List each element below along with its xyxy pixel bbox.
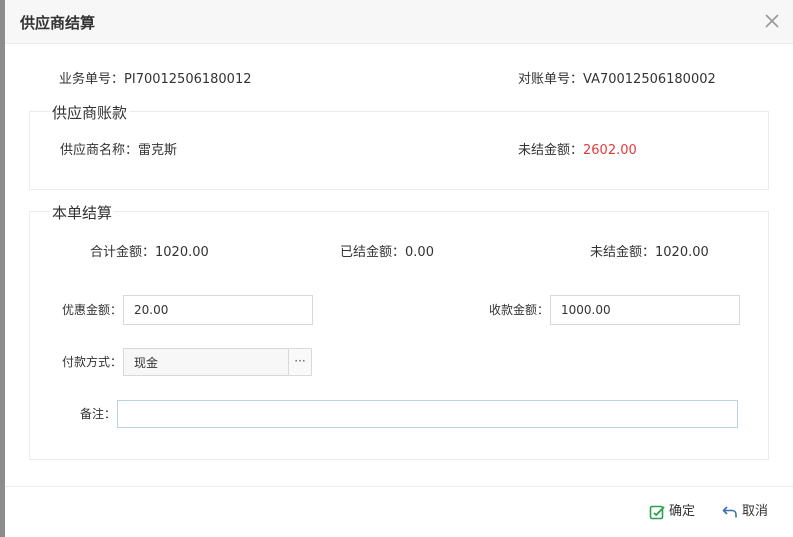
payment-method-more-button[interactable]: ··· [288, 348, 312, 376]
total-amount-value: 1020.00 [155, 245, 209, 260]
supplier-unsettled-field: 未结金额：2602.00 [518, 143, 637, 159]
statement-no-label: 对账单号： [518, 72, 584, 87]
business-no-field: 业务单号：PI70012506180012 [59, 72, 251, 88]
unsettled-amount-label: 未结金额： [590, 245, 656, 260]
received-input[interactable] [550, 295, 740, 325]
confirm-label: 确定 [669, 504, 696, 519]
supplier-account-legend: 供应商账款 [50, 102, 130, 123]
unsettled-amount-value: 1020.00 [655, 245, 709, 260]
supplier-name-value: 雷克斯 [138, 143, 178, 158]
remark-label: 备注： [80, 407, 117, 421]
supplier-unsettled-value: 2602.00 [583, 143, 637, 158]
discount-label: 优惠金额： [62, 303, 123, 317]
total-amount-label: 合计金额： [90, 245, 156, 260]
payment-method-input[interactable] [123, 348, 289, 376]
cancel-button[interactable]: 取消 [722, 502, 768, 522]
payment-method-label: 付款方式： [62, 355, 123, 369]
cancel-label: 取消 [742, 504, 769, 519]
settlement-dialog: 供应商结算 业务单号：PI70012506180012 对账单号：VA70012… [5, 0, 793, 537]
received-label: 收款金额： [489, 303, 550, 317]
business-no-value: PI70012506180012 [124, 72, 252, 87]
confirm-button[interactable]: 确定 [649, 502, 695, 522]
settled-amount-label: 已结金额： [340, 245, 406, 260]
close-icon [765, 14, 779, 28]
total-amount-field: 合计金额：1020.00 [90, 245, 209, 261]
undo-arrow-icon [722, 506, 737, 518]
statement-no-field: 对账单号：VA70012506180002 [518, 72, 716, 88]
unsettled-amount-field: 未结金额：1020.00 [590, 245, 709, 261]
dialog-title: 供应商结算 [20, 14, 96, 32]
close-button[interactable] [763, 12, 781, 30]
settlement-legend: 本单结算 [50, 202, 115, 223]
statement-no-value: VA70012506180002 [583, 72, 716, 87]
dialog-header: 供应商结算 [5, 0, 793, 44]
settled-amount-field: 已结金额：0.00 [340, 245, 434, 261]
supplier-unsettled-label: 未结金额： [518, 143, 584, 158]
discount-input[interactable] [123, 295, 313, 325]
dialog-footer: 确定 取消 [5, 486, 793, 537]
supplier-name-field: 供应商名称：雷克斯 [60, 143, 177, 159]
edit-check-icon [649, 505, 665, 520]
remark-input[interactable] [117, 400, 738, 428]
settled-amount-value: 0.00 [405, 245, 434, 260]
business-no-label: 业务单号： [59, 72, 125, 87]
supplier-name-label: 供应商名称： [60, 143, 139, 158]
